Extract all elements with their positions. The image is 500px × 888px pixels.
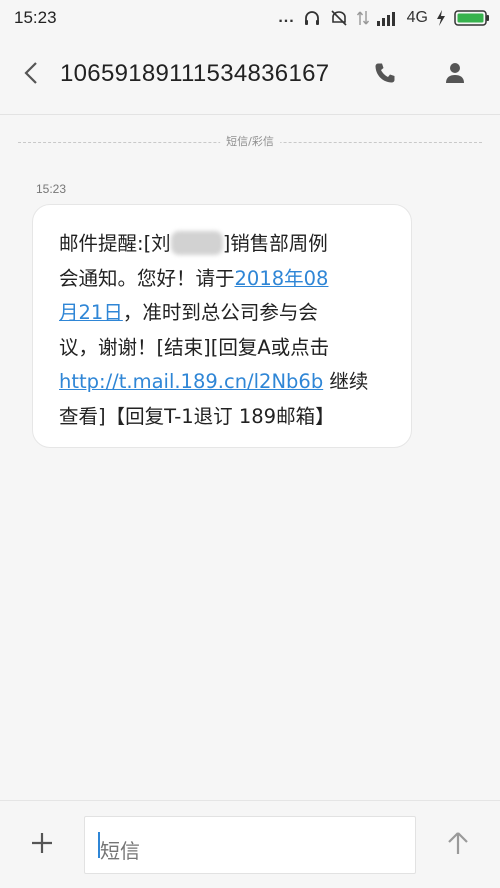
- message-line: 查看]【回复T-1退订 189邮箱】: [59, 404, 335, 428]
- contact-icon: [445, 62, 465, 88]
- send-arrow-icon: [446, 830, 470, 860]
- message-line: 会通知。您好！请于2018年08: [59, 262, 395, 297]
- message-time: 15:23: [36, 182, 67, 196]
- headphones-icon: [303, 9, 321, 27]
- message-text: 继续: [323, 370, 369, 393]
- sms-mms-divider: 短信/彩信: [18, 133, 482, 153]
- date-link[interactable]: 2018年08: [235, 267, 329, 290]
- status-dots: ...: [278, 9, 295, 26]
- url-link[interactable]: http://t.mail.189.cn/l2Nb6b: [59, 370, 323, 393]
- battery-icon: [454, 9, 490, 27]
- status-bar: 15:23 ... 4G: [0, 0, 500, 36]
- message-line: 邮件提醒:[刘 ]销售部周例: [59, 227, 395, 262]
- message-line: http://t.mail.189.cn/l2Nb6b 继续: [59, 365, 395, 400]
- mute-icon: [329, 9, 349, 27]
- contact-button[interactable]: [438, 58, 472, 92]
- send-button[interactable]: [440, 827, 476, 863]
- message-text: 会通知。您好！请于: [59, 266, 235, 290]
- divider-label: 短信/彩信: [220, 133, 280, 149]
- charging-icon: [436, 10, 446, 26]
- message-text: ，准时到总公司参与会: [122, 301, 318, 324]
- call-button[interactable]: [368, 58, 402, 92]
- status-icons: ... 4G: [278, 6, 490, 30]
- redacted-name: [170, 231, 223, 255]
- text-cursor: [98, 832, 100, 858]
- conversation-header: 10659189111534836167: [0, 36, 500, 115]
- message-bubble[interactable]: 邮件提醒:[刘 ]销售部周例 会通知。您好！请于2018年08 月21日，准时到总…: [32, 204, 412, 448]
- message-text: 邮件提醒:[刘: [59, 232, 171, 255]
- add-icon: [30, 831, 54, 859]
- message-text: ]销售部周例: [222, 232, 328, 255]
- network-type: 4G: [406, 9, 428, 26]
- phone-icon: [374, 62, 396, 88]
- message-line: 月21日，准时到总公司参与会: [59, 296, 395, 331]
- add-attachment-button[interactable]: [24, 827, 60, 863]
- data-arrows-icon: [356, 9, 369, 27]
- back-icon: [23, 61, 39, 89]
- date-link[interactable]: 月21日: [59, 301, 123, 324]
- status-time: 15:23: [14, 8, 57, 27]
- message-input[interactable]: [84, 816, 416, 874]
- sender-number: 10659189111534836167: [60, 60, 330, 87]
- back-button[interactable]: [14, 58, 48, 92]
- message-line: 议，谢谢！[结束][回复A或点击: [59, 335, 330, 359]
- composer-bar: [0, 800, 500, 888]
- signal-icon: [376, 10, 399, 26]
